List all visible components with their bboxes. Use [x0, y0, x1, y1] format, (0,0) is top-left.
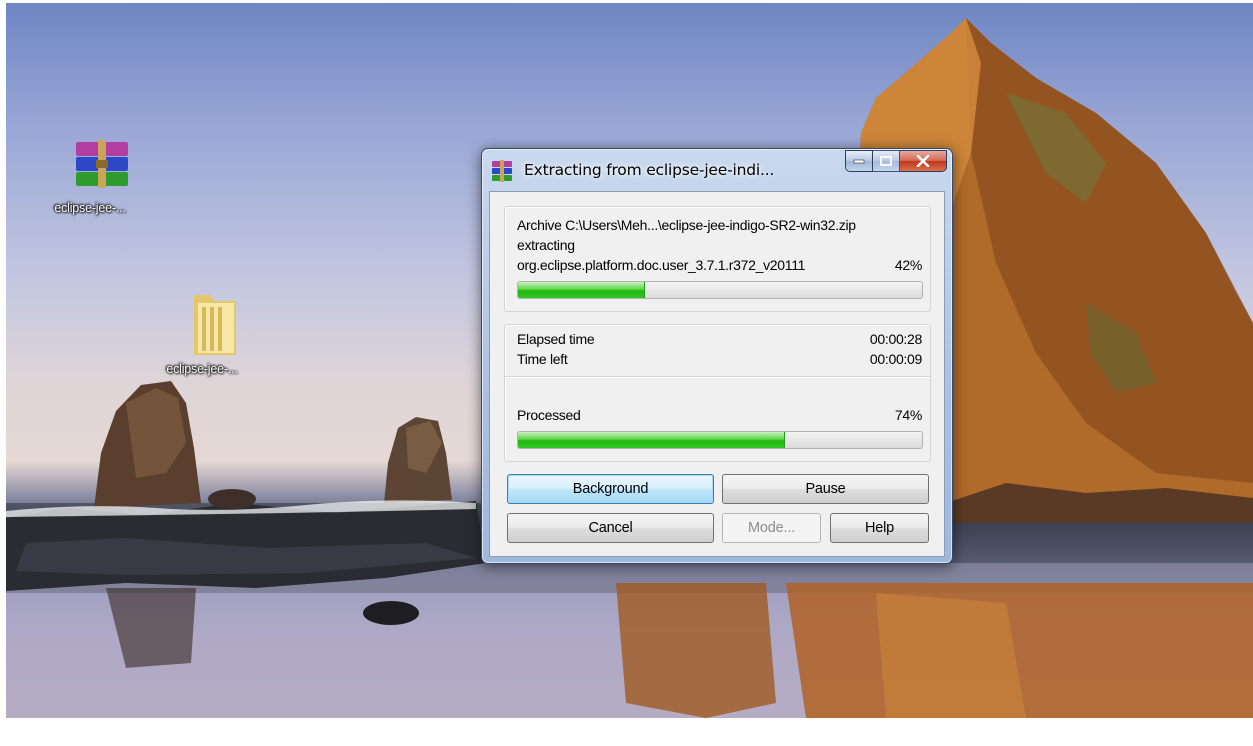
processed-progress-bar	[517, 431, 923, 449]
close-icon	[916, 155, 930, 167]
desktop-icon-folder[interactable]: eclipse-jee-...	[146, 289, 258, 376]
file-percent: 42%	[894, 257, 922, 273]
time-left-value: 00:00:09	[869, 351, 922, 367]
processed-label: Processed	[517, 407, 581, 423]
help-button[interactable]: Help	[830, 513, 929, 543]
winrar-icon	[492, 160, 512, 182]
file-progress-bar	[517, 281, 923, 299]
maximize-button[interactable]	[873, 150, 900, 172]
archive-path: Archive C:\Users\Meh...\eclipse-jee-indi…	[517, 217, 856, 233]
processed-group: Processed 74%	[504, 376, 931, 462]
file-progress-group: Archive C:\Users\Meh...\eclipse-jee-indi…	[504, 206, 931, 312]
cancel-button[interactable]: Cancel	[507, 513, 714, 543]
elapsed-time-value: 00:00:28	[869, 331, 922, 347]
caption-buttons	[845, 150, 947, 172]
elapsed-time-label: Elapsed time	[517, 331, 595, 347]
mode-button[interactable]: Mode...	[722, 513, 821, 543]
extraction-dialog: Extracting from eclipse-jee-indi... Arch…	[481, 148, 953, 564]
title-bar[interactable]: Extracting from eclipse-jee-indi...	[482, 149, 952, 191]
desktop-icon-label: eclipse-jee-...	[166, 362, 238, 376]
winrar-archive-icon	[76, 140, 128, 188]
close-button[interactable]	[900, 150, 947, 172]
file-progress-fill	[518, 282, 646, 298]
background-button[interactable]: Background	[507, 474, 714, 504]
minimize-icon	[853, 159, 865, 164]
timing-group: Elapsed time 00:00:28 Time left 00:00:09	[504, 324, 931, 376]
current-file: org.eclipse.platform.doc.user_3.7.1.r372…	[517, 257, 806, 273]
maximize-icon	[880, 156, 892, 166]
desktop-icon-archive[interactable]: eclipse-jee-...	[34, 140, 146, 215]
dialog-title: Extracting from eclipse-jee-indi...	[524, 161, 775, 179]
folder-icon	[194, 295, 236, 355]
time-left-label: Time left	[517, 351, 568, 367]
minimize-button[interactable]	[845, 150, 873, 172]
pause-button[interactable]: Pause	[722, 474, 929, 504]
dialog-client-area: Archive C:\Users\Meh...\eclipse-jee-indi…	[489, 191, 945, 557]
processed-progress-fill	[518, 432, 785, 448]
action-label: extracting	[517, 237, 575, 253]
desktop-icon-label: eclipse-jee-...	[54, 201, 126, 215]
processed-percent: 74%	[894, 407, 922, 423]
